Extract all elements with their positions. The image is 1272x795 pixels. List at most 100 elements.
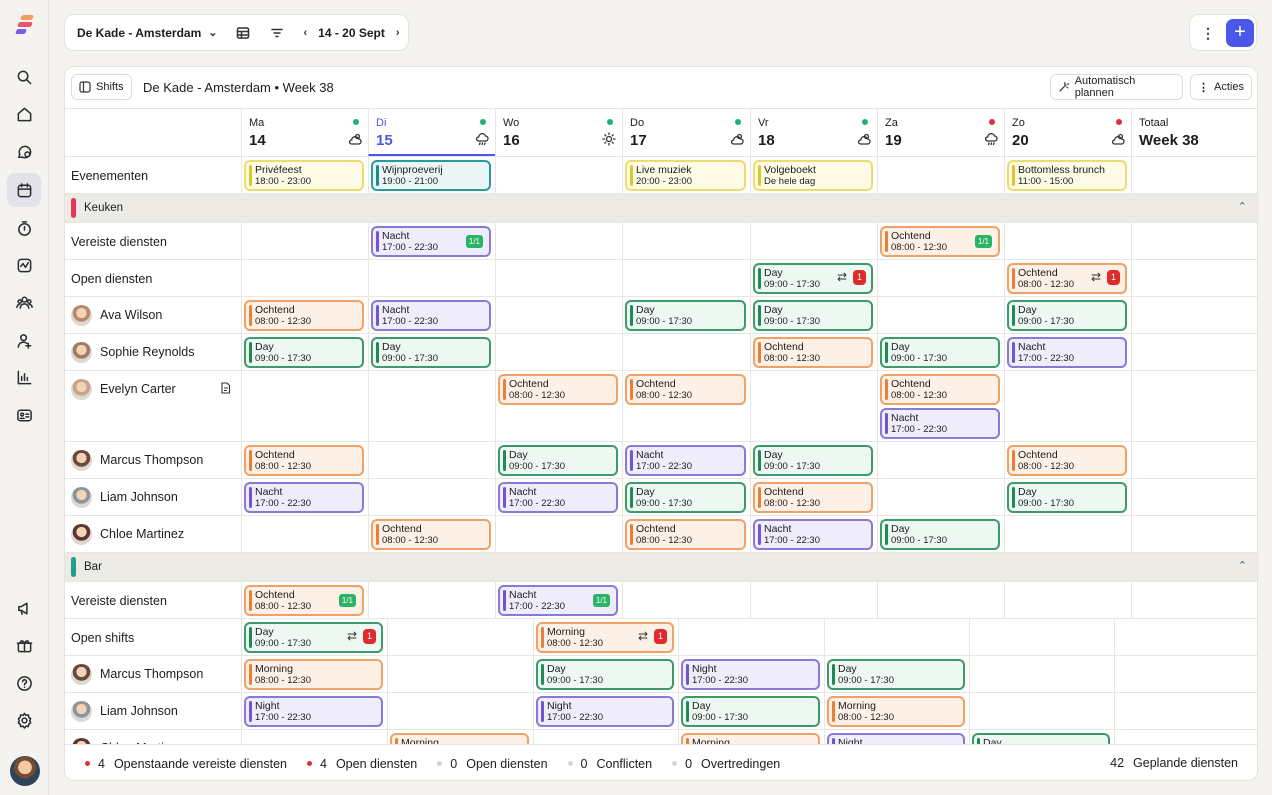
add-button[interactable]: + xyxy=(1226,19,1254,47)
shift-card[interactable]: Night 17:00 - 22:30 xyxy=(536,696,674,727)
shift-card[interactable]: Night xyxy=(827,733,965,744)
grid-cell[interactable] xyxy=(1114,730,1257,744)
nav-calendar[interactable] xyxy=(7,173,41,207)
grid-cell[interactable] xyxy=(877,260,1004,296)
grid-cell[interactable] xyxy=(1131,334,1257,370)
grid-cell[interactable] xyxy=(1114,619,1257,655)
grid-cell[interactable] xyxy=(495,334,622,370)
nav-help[interactable] xyxy=(7,666,41,700)
swap-icon[interactable]: ⇄ xyxy=(1091,271,1101,283)
shift-card[interactable]: Day 09:00 - 17:30 xyxy=(244,337,364,368)
grid-cell[interactable] xyxy=(622,334,750,370)
shifts-button[interactable]: Shifts xyxy=(71,74,132,100)
grid-cell[interactable] xyxy=(877,582,1004,618)
auto-plan-button[interactable]: Automatisch plannen xyxy=(1050,74,1183,100)
shift-card[interactable]: Nacht 17:00 - 22:30 1/1 xyxy=(498,585,618,616)
nav-chat[interactable] xyxy=(7,135,41,169)
grid-cell[interactable] xyxy=(877,297,1004,333)
grid-cell[interactable] xyxy=(368,582,495,618)
grid-cell[interactable] xyxy=(877,157,1004,193)
nav-activity[interactable] xyxy=(7,248,41,282)
grid-cell[interactable] xyxy=(495,157,622,193)
shift-card[interactable]: Morning 08:00 - 12:30 ⇄ 1 xyxy=(536,622,674,653)
table-view-icon[interactable] xyxy=(235,25,251,41)
grid-cell[interactable] xyxy=(533,730,678,744)
grid-cell[interactable] xyxy=(750,223,877,259)
shift-card[interactable]: Night 17:00 - 22:30 xyxy=(244,696,383,727)
shift-card[interactable]: Ochtend 08:00 - 12:30 1/1 xyxy=(880,226,1000,257)
prev-week-button[interactable]: ‹ xyxy=(303,27,307,39)
grid-cell[interactable] xyxy=(368,479,495,515)
shift-card[interactable]: Live muziek 20:00 - 23:00 xyxy=(625,160,746,191)
swap-icon[interactable]: ⇄ xyxy=(347,630,357,642)
shift-card[interactable]: Day 09:00 - 17:30 xyxy=(880,519,1000,550)
grid-cell[interactable] xyxy=(622,260,750,296)
shift-card[interactable]: Ochtend 08:00 - 12:30 1/1 xyxy=(244,585,364,616)
shift-card[interactable]: Ochtend 08:00 - 12:30 xyxy=(625,374,746,405)
grid-cell[interactable] xyxy=(241,371,368,441)
grid-cell[interactable] xyxy=(1131,157,1257,193)
grid-cell[interactable] xyxy=(241,730,387,744)
grid-cell[interactable] xyxy=(969,693,1114,729)
grid-cell[interactable] xyxy=(387,619,533,655)
grid-cell[interactable] xyxy=(678,619,824,655)
grid-cell[interactable] xyxy=(622,223,750,259)
shift-card[interactable]: Day 09:00 - 17:30 xyxy=(625,482,746,513)
grid-cell[interactable] xyxy=(368,260,495,296)
grid-cell[interactable] xyxy=(1114,693,1257,729)
shift-card[interactable]: Day 09:00 - 17:30 xyxy=(536,659,674,690)
shift-card[interactable]: Wijnproeverij 19:00 - 21:00 xyxy=(371,160,491,191)
shift-card[interactable]: Bottomless brunch 11:00 - 15:00 xyxy=(1007,160,1127,191)
grid-cell[interactable] xyxy=(368,371,495,441)
swap-icon[interactable]: ⇄ xyxy=(638,630,648,642)
shift-card[interactable]: Day 09:00 - 17:30 xyxy=(371,337,491,368)
grid-cell[interactable] xyxy=(387,693,533,729)
shift-card[interactable]: Nacht 17:00 - 22:30 xyxy=(1007,337,1127,368)
shift-card[interactable]: Day 09:00 - 17:30 ⇄ 1 xyxy=(753,263,873,294)
day-header-do[interactable]: Do 17 xyxy=(622,109,750,156)
grid-cell[interactable] xyxy=(1131,582,1257,618)
grid-cell[interactable] xyxy=(495,516,622,552)
day-header-wo[interactable]: Wo 16 xyxy=(495,109,622,156)
shift-card[interactable]: Nacht 17:00 - 22:30 xyxy=(625,445,746,476)
swap-icon[interactable]: ⇄ xyxy=(837,271,847,283)
grid-cell[interactable] xyxy=(495,260,622,296)
grid-cell[interactable] xyxy=(1004,371,1131,441)
grid-cell[interactable] xyxy=(1004,516,1131,552)
grid-cell[interactable] xyxy=(1131,371,1257,441)
shift-card[interactable]: Day 09:00 - 17:30 ⇄ 1 xyxy=(244,622,383,653)
shift-card[interactable]: Night 17:00 - 22:30 xyxy=(681,659,820,690)
grid-cell[interactable] xyxy=(368,442,495,478)
shift-card[interactable]: Day 09:00 - 17:30 xyxy=(753,300,873,331)
note-icon[interactable] xyxy=(220,381,231,397)
shift-card[interactable]: Nacht 17:00 - 22:30 xyxy=(371,300,491,331)
nav-chart[interactable] xyxy=(7,360,41,394)
grid-cell[interactable] xyxy=(1131,223,1257,259)
nav-settings[interactable] xyxy=(7,703,41,737)
grid-cell[interactable] xyxy=(241,223,368,259)
shift-card[interactable]: Nacht 17:00 - 22:30 xyxy=(498,482,618,513)
shift-card[interactable]: Day 09:00 - 17:30 xyxy=(625,300,746,331)
grid-cell[interactable] xyxy=(1004,223,1131,259)
grid-cell[interactable] xyxy=(877,442,1004,478)
shift-card[interactable]: Day 09:00 - 17:30 xyxy=(681,696,820,727)
shift-card[interactable]: Day 09:00 - 17:30 xyxy=(1007,482,1127,513)
shift-card[interactable]: Ochtend 08:00 - 12:30 xyxy=(371,519,491,550)
day-header-zo[interactable]: Zo 20 xyxy=(1004,109,1131,156)
grid-cell[interactable] xyxy=(495,297,622,333)
grid-cell[interactable] xyxy=(1131,479,1257,515)
app-logo[interactable] xyxy=(14,14,36,36)
nav-team[interactable] xyxy=(7,285,41,319)
grid-cell[interactable] xyxy=(1114,656,1257,692)
shift-card[interactable]: Ochtend 08:00 - 12:30 xyxy=(753,482,873,513)
shift-card[interactable]: Day xyxy=(972,733,1110,744)
grid-cell[interactable] xyxy=(1004,582,1131,618)
day-header-ma[interactable]: Ma 14 xyxy=(241,109,368,156)
nav-megaphone[interactable] xyxy=(7,591,41,625)
actions-button[interactable]: ⋮ Acties xyxy=(1190,74,1252,100)
grid-cell[interactable] xyxy=(750,582,877,618)
shift-card[interactable]: Day 09:00 - 17:30 xyxy=(753,445,873,476)
shift-card[interactable]: Ochtend 08:00 - 12:30 xyxy=(625,519,746,550)
shift-card[interactable]: Ochtend 08:00 - 12:30 xyxy=(880,374,1000,405)
grid-cell[interactable] xyxy=(1131,442,1257,478)
